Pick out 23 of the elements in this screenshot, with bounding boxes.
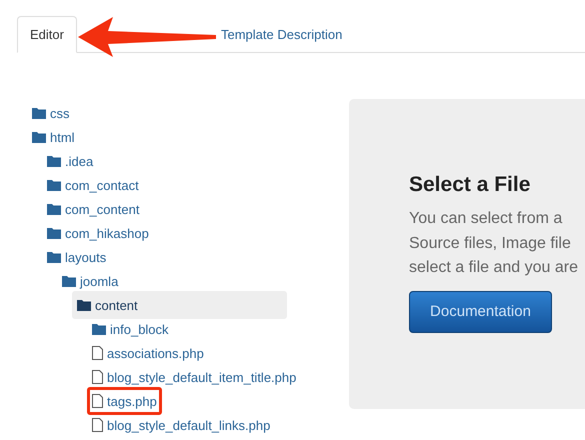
- folder-icon: [47, 252, 61, 262]
- folder-icon: [77, 300, 91, 310]
- tab[interactable]: Editor: [17, 16, 77, 53]
- folder-icon: [32, 108, 46, 118]
- file-icon: [92, 418, 103, 432]
- panel-text-line: You can select from a: [409, 209, 564, 229]
- file-icon: [92, 370, 103, 384]
- panel-title: Select a File: [409, 173, 532, 197]
- file-icon: [92, 346, 103, 360]
- folder-icon: [47, 228, 61, 238]
- folder-item[interactable]: content: [72, 291, 287, 319]
- folder-icon: [47, 180, 61, 190]
- panel-text-line: Source files, Image file: [409, 234, 572, 254]
- folder-icon: [47, 204, 61, 214]
- folder-icon: [62, 276, 76, 286]
- tab[interactable]: Template Description: [208, 17, 354, 52]
- folder-icon: [47, 156, 61, 166]
- folder-icon: [32, 132, 46, 142]
- documentation-button[interactable]: Documentation: [409, 290, 552, 332]
- panel-text-line: select a file and you are: [409, 258, 579, 278]
- folder-icon: [92, 324, 106, 334]
- file-icon: [92, 394, 103, 408]
- file-item[interactable]: tags.php: [87, 387, 162, 415]
